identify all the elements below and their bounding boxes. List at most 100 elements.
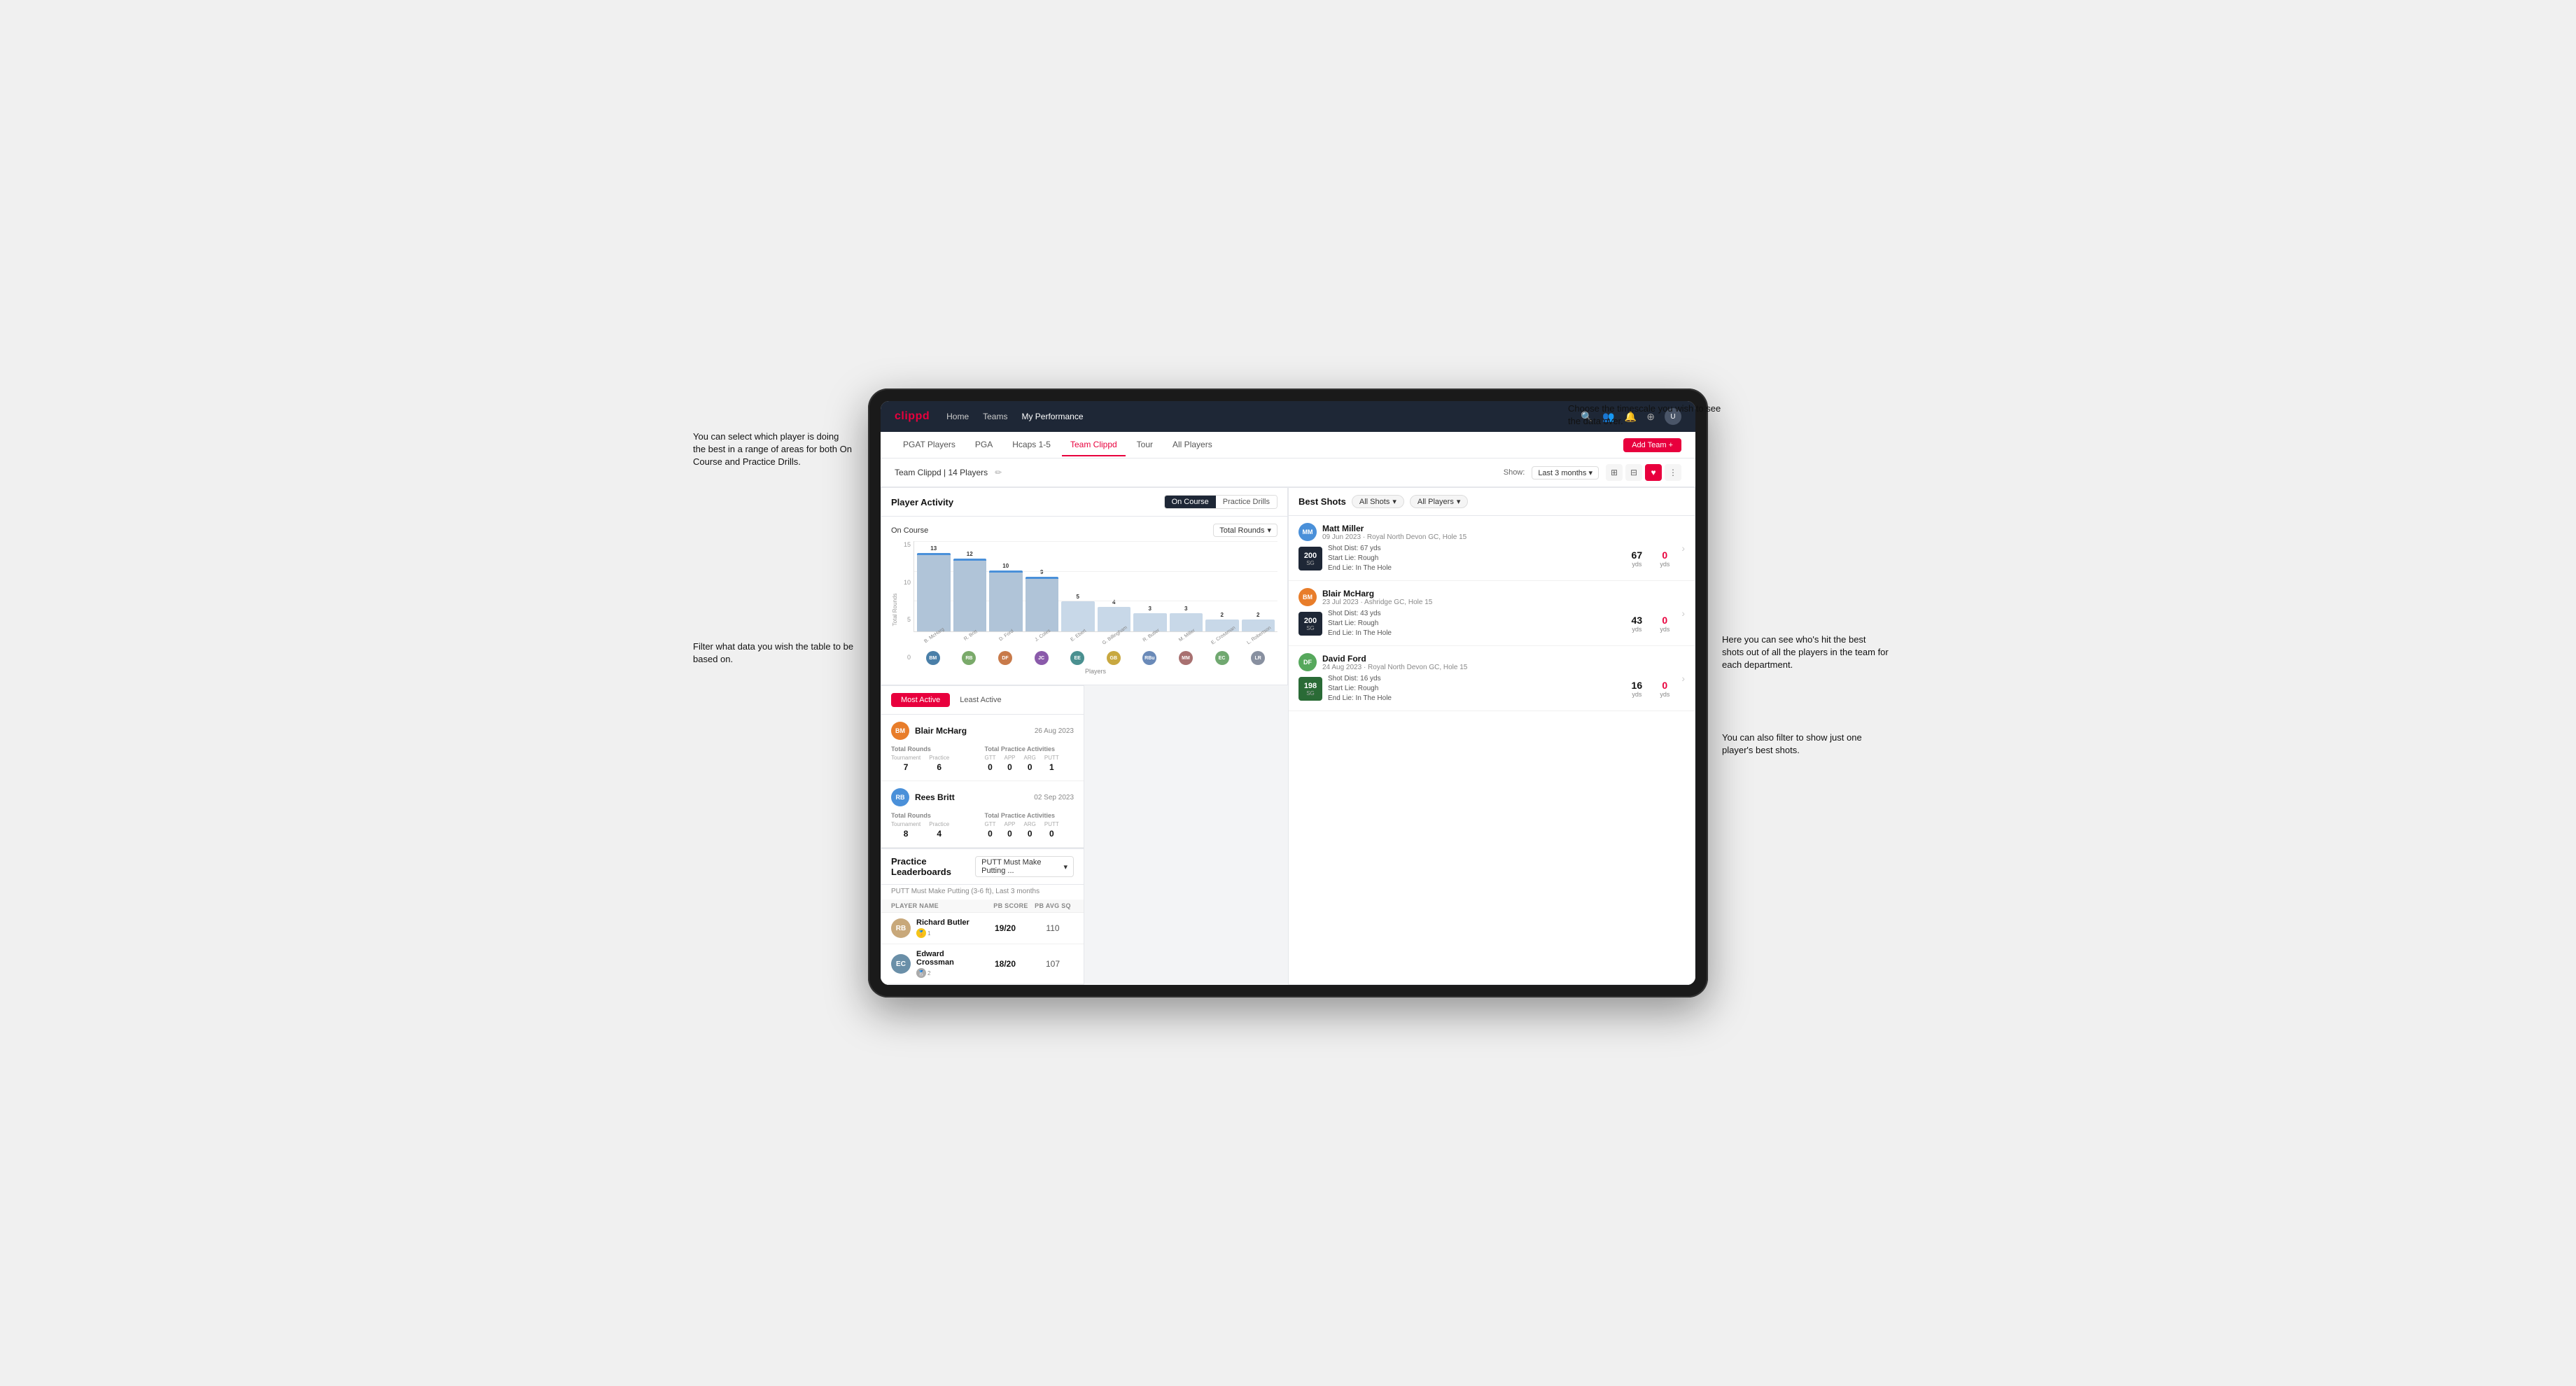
active-avatar-blair: BM [891,722,909,740]
nav-link-performance[interactable]: My Performance [1021,412,1083,421]
avatar-mm[interactable]: MM [1179,651,1193,665]
active-name-blair: Blair McHarg [915,726,1029,736]
avatar-lr[interactable]: LR [1251,651,1265,665]
avatar-blair: BM [1298,588,1317,606]
subnav-pgat[interactable]: PGAT Players [895,434,964,456]
chevron-right-blair: › [1681,608,1685,619]
heart-view-btn[interactable]: ♥ [1645,464,1662,481]
activity-panel-header: Player Activity On Course Practice Drill… [881,488,1287,517]
shot-stats-matt: Shot Dist: 67 yds Start Lie: Rough End L… [1328,544,1618,573]
lb-info-richard: Richard Butler 🏅 1 [916,918,979,938]
team-name-label: Team Clippd | 14 Players [895,468,988,477]
bar-j-coles[interactable]: 9 [1026,569,1059,631]
main-content: Player Activity On Course Practice Drill… [881,487,1695,985]
y-label-10: 10 [904,579,911,586]
distance-box-blair: 43 yds [1624,615,1649,633]
avatar-rb[interactable]: RB [962,651,976,665]
chart-area: On Course Total Rounds ▾ 15 10 5 [881,517,1287,685]
lb-col-pb-avg: PB AVG SQ [1032,902,1074,909]
avatar-gb[interactable]: GB [1107,651,1121,665]
sg-badge-blair: 200 SG [1298,612,1322,636]
practice-drills-toggle[interactable]: Practice Drills [1216,496,1277,508]
chevron-right-matt: › [1681,542,1685,554]
avatar-bm[interactable]: BM [926,651,940,665]
bar-b-mcharg[interactable]: 13 [917,545,951,631]
subnav-pga[interactable]: PGA [967,434,1001,456]
player-activity-panel: Player Activity On Course Practice Drill… [881,487,1288,685]
nav-link-teams[interactable]: Teams [983,412,1007,421]
lb-col-player-name: PLAYER NAME [891,902,990,909]
tablet-frame: clippd Home Teams My Performance 🔍 👥 🔔 ⊕… [868,388,1708,997]
logo: clippd [895,410,930,423]
subnav-team-clippd[interactable]: Team Clippd [1062,434,1126,456]
more-view-btn[interactable]: ⋮ [1665,464,1681,481]
lb-avatar-edward: EC [891,954,911,974]
y-axis-title: Total Rounds [892,593,898,626]
x-labels: B. McHarg R. Britt D. Ford J. Coles E. E… [913,634,1278,638]
nav-link-home[interactable]: Home [946,412,969,421]
lb-row-richard[interactable]: RB Richard Butler 🏅 1 19/20 110 [881,913,1084,944]
lb-avg-edward: 107 [1032,959,1074,969]
lb-col-pb-score: PB SCORE [990,902,1032,909]
on-course-toggle[interactable]: On Course [1165,496,1216,508]
lb-avg-richard: 110 [1032,923,1074,933]
player-name-matt: Matt Miller [1322,524,1466,533]
grid-view-btn[interactable]: ⊞ [1606,464,1623,481]
annotation-right-bottom: You can also filter to show just one pla… [1722,732,1890,757]
bar-r-britt[interactable]: 12 [953,551,987,631]
active-tabs: Most Active Least Active [881,686,1084,715]
subnav-tour[interactable]: Tour [1128,434,1161,456]
show-label: Show: [1504,468,1525,477]
zero-box-blair: 0 yds [1655,615,1674,633]
avatar-david: DF [1298,653,1317,671]
stats-grid-rees: Total Rounds Tournament 8 Practice [891,812,1074,840]
avatar-jc[interactable]: JC [1035,651,1049,665]
stats-grid-blair: Total Rounds Tournament 7 Practice [891,746,1074,774]
best-shots-panel: Best Shots All Shots ▾ All Players ▾ [1288,487,1695,985]
all-shots-filter[interactable]: All Shots ▾ [1352,495,1404,508]
activity-title: Player Activity [891,497,953,507]
sg-badge-david: 198 SG [1298,677,1322,701]
avatar-ee[interactable]: EE [1070,651,1084,665]
subnav-hcaps[interactable]: Hcaps 1-5 [1004,434,1059,456]
shot-card-matt-miller[interactable]: MM Matt Miller 09 Jun 2023 · Royal North… [1289,516,1695,581]
lb-row-edward[interactable]: EC Edward Crossman 🥈 2 18/20 107 [881,944,1084,984]
edit-team-icon[interactable]: ✏ [995,468,1002,477]
player-detail-david: 24 Aug 2023 · Royal North Devon GC, Hole… [1322,664,1467,671]
active-date-blair: 26 Aug 2023 [1035,727,1074,735]
avatar-df[interactable]: DF [998,651,1012,665]
view-icons: ⊞ ⊟ ♥ ⋮ [1606,464,1681,481]
active-name-rees: Rees Britt [915,792,1028,802]
active-player-rees[interactable]: RB Rees Britt 02 Sep 2023 Total Rounds T… [881,781,1084,848]
tablet-screen: clippd Home Teams My Performance 🔍 👥 🔔 ⊕… [881,401,1695,985]
practice-panel: Practice Leaderboards PUTT Must Make Put… [881,848,1084,985]
sg-badge-matt: 200 SG [1298,547,1322,570]
list-view-btn[interactable]: ⊟ [1625,464,1642,481]
time-filter-select[interactable]: Last 3 months ▾ [1532,466,1599,479]
player-detail-matt: 09 Jun 2023 · Royal North Devon GC, Hole… [1322,533,1466,541]
practice-header: Practice Leaderboards PUTT Must Make Put… [881,849,1084,885]
shot-stats-blair: Shot Dist: 43 yds Start Lie: Rough End L… [1328,609,1618,638]
subnav-all-players[interactable]: All Players [1164,434,1221,456]
avatar-rbu[interactable]: RBu [1142,651,1156,665]
annotation-right-mid: Here you can see who's hit the best shot… [1722,634,1890,672]
shot-card-blair-mcharg[interactable]: BM Blair McHarg 23 Jul 2023 · Ashridge G… [1289,581,1695,646]
add-team-button[interactable]: Add Team + [1623,438,1681,452]
annotation-left-top: You can select which player is doing the… [693,430,854,469]
practice-filter-dropdown[interactable]: PUTT Must Make Putting ... ▾ [975,856,1074,877]
avatar-ec[interactable]: EC [1215,651,1229,665]
most-active-tab[interactable]: Most Active [891,693,950,707]
active-date-rees: 02 Sep 2023 [1034,794,1074,802]
player-name-blair: Blair McHarg [1322,589,1432,598]
active-avatar-rees: RB [891,788,909,806]
lb-pb-edward: 18/20 [984,959,1026,969]
shot-card-david-ford[interactable]: DF David Ford 24 Aug 2023 · Royal North … [1289,646,1695,711]
least-active-tab[interactable]: Least Active [950,693,1011,707]
active-player-blair[interactable]: BM Blair McHarg 26 Aug 2023 Total Rounds [881,715,1084,781]
rank-badge-richard: 🏅 [916,928,926,938]
all-players-filter[interactable]: All Players ▾ [1410,495,1469,508]
y-label-15: 15 [904,541,911,548]
distance-box-david: 16 yds [1624,680,1649,698]
bar-d-ford[interactable]: 10 [989,563,1023,631]
chart-filter-select[interactable]: Total Rounds ▾ [1213,524,1278,537]
